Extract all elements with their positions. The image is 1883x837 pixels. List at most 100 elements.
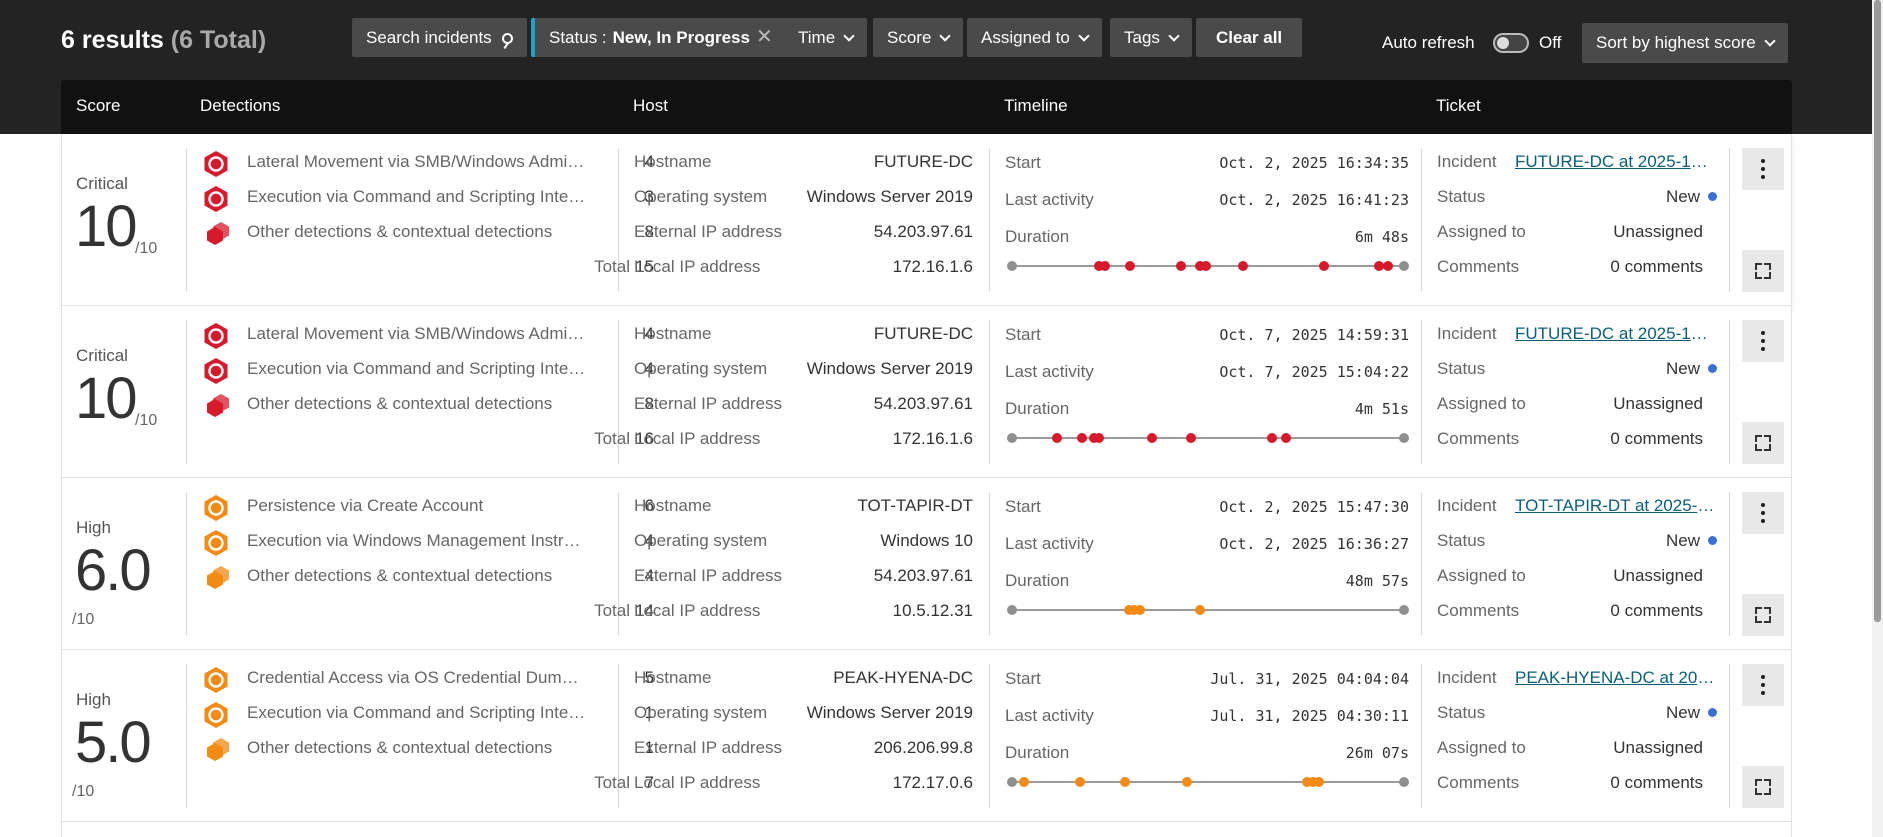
sort-label: Sort by highest score [1596, 33, 1756, 52]
table-row[interactable]: Critical 10/10 Lateral Movement via SMB/Wi… [61, 306, 1792, 478]
close-icon[interactable]: ✕ [756, 18, 773, 57]
timeline-track[interactable] [1007, 602, 1409, 618]
timeline-event-dot[interactable] [1051, 433, 1062, 443]
table-row[interactable]: High 6.0/10 Persistence via Create Account… [61, 478, 1792, 650]
incident-link[interactable]: FUTURE-DC at 2025-10-02 [1515, 152, 1715, 172]
timeline-event-dot[interactable] [1383, 261, 1394, 271]
timeline-event-dot[interactable] [1125, 261, 1136, 271]
column-score[interactable]: Score [76, 96, 120, 116]
hexagon-stack-icon [202, 564, 230, 592]
expand-button[interactable] [1742, 594, 1784, 636]
scrollbar-thumb[interactable] [1874, 0, 1881, 622]
detection-item[interactable]: Other detections & contextual detections… [196, 733, 666, 763]
expand-button[interactable] [1742, 422, 1784, 464]
severity-label: Critical [76, 174, 128, 193]
column-timeline[interactable]: Timeline [1004, 96, 1068, 116]
column-detections[interactable]: Detections [200, 96, 280, 116]
expand-button[interactable] [1742, 766, 1784, 808]
timeline-track[interactable] [1007, 774, 1409, 790]
detection-item[interactable]: Execution via Command and Scripting Inte… [196, 182, 666, 212]
scrollbar[interactable] [1872, 0, 1883, 837]
table-row[interactable]: High 5.0/10 Credential Access via OS Crede… [61, 650, 1792, 822]
incident-link[interactable]: FUTURE-DC at 2025-10-07 [1515, 324, 1715, 344]
status-text: New [1665, 703, 1700, 722]
timeline-event-dot[interactable] [1135, 605, 1146, 615]
more-options-button[interactable] [1742, 320, 1784, 362]
clear-all-button[interactable]: Clear all [1196, 18, 1303, 57]
timeline-event-dot[interactable] [1018, 777, 1029, 787]
score-denominator: /10 [72, 783, 95, 800]
timeline-event-dot[interactable] [1094, 433, 1105, 443]
detection-item[interactable]: Credential Access via OS Credential Dump… [196, 663, 666, 693]
timeline-field-label: Duration [1005, 227, 1070, 246]
ticket-field-incident: Incident FUTURE-DC at 2025-10-07 [1437, 319, 1717, 349]
ticket-field-label: Assigned to [1437, 394, 1526, 413]
detection-item[interactable]: Other detections & contextual detections… [196, 217, 666, 247]
more-options-button[interactable] [1742, 492, 1784, 534]
expand-button[interactable] [1742, 250, 1784, 292]
ticket-field-label: Assigned to [1437, 222, 1526, 241]
ticket-field-label: Comments [1437, 773, 1520, 792]
timeline-event-dot[interactable] [1280, 433, 1291, 443]
timeline-event-dot[interactable] [1195, 605, 1206, 615]
timeline-event-dot[interactable] [1100, 261, 1111, 271]
detection-total: Total 7 [196, 768, 666, 798]
timeline-event-dot[interactable] [1146, 433, 1157, 443]
table-row[interactable]: Critical 10/10 Lateral Movement via SMB/Wi… [61, 134, 1792, 306]
column-ticket[interactable]: Ticket [1436, 96, 1481, 116]
timeline-event-dot[interactable] [1237, 261, 1248, 271]
timeline-event-dot[interactable] [1267, 433, 1277, 443]
timeline-field-label: Last activity [1005, 362, 1094, 381]
timeline-event-dot[interactable] [1175, 261, 1186, 271]
comments-value: 0 comments [1610, 773, 1703, 792]
detection-item[interactable]: Execution via Command and Scripting Inte… [196, 354, 666, 384]
more-options-button[interactable] [1742, 664, 1784, 706]
detection-item[interactable]: Other detections & contextual detections… [196, 561, 666, 591]
timeline-event-dot[interactable] [1373, 261, 1384, 271]
timeline-field-label: Duration [1005, 743, 1070, 762]
column-divider [186, 492, 187, 636]
tags-filter-button[interactable]: Tags [1110, 18, 1192, 57]
host-field-value: PEAK-HYENA-DC [833, 668, 973, 687]
timeline-event-dot[interactable] [1313, 777, 1324, 787]
detection-item[interactable]: Execution via Command and Scripting Inte… [196, 698, 666, 728]
timeline-field-label: Last activity [1005, 706, 1094, 725]
timeline-event-dot[interactable] [1119, 777, 1130, 787]
status-filter-chip[interactable]: Status : New, In Progress ✕ [531, 18, 787, 57]
timeline-event-dot[interactable] [1075, 777, 1085, 787]
time-filter-button[interactable]: Time [784, 18, 868, 57]
column-host[interactable]: Host [633, 96, 668, 116]
timeline-event-dot[interactable] [1185, 433, 1196, 443]
timeline-track[interactable] [1007, 430, 1409, 446]
incident-link[interactable]: TOT-TAPIR-DT at 2025-10-02 [1515, 496, 1715, 516]
search-incidents-button[interactable]: Search incidents [352, 18, 527, 57]
score-value: 10 [75, 194, 137, 259]
timeline-event-dot[interactable] [1319, 261, 1330, 271]
score-filter-button[interactable]: Score [873, 18, 964, 57]
host-field-external-ip: External IP address 54.203.97.61 [634, 561, 973, 591]
sort-dropdown[interactable]: Sort by highest score [1582, 23, 1788, 63]
detection-item[interactable]: Lateral Movement via SMB/Windows Admin S… [196, 147, 666, 177]
timeline-event-dot[interactable] [1201, 261, 1212, 271]
more-options-button[interactable] [1742, 148, 1784, 190]
ticket-field-label: Status [1437, 531, 1486, 550]
hexagon-stack-icon [202, 392, 230, 420]
detection-item[interactable]: Lateral Movement via SMB/Windows Admin S… [196, 319, 666, 349]
timeline-field-duration: Duration 4m 51s [1005, 394, 1409, 424]
detection-label: Credential Access via OS Credential Dump… [247, 668, 587, 687]
detection-item[interactable]: Execution via Windows Management Instrum… [196, 526, 666, 556]
detection-item[interactable]: Other detections & contextual detections… [196, 389, 666, 419]
timeline-event-dot[interactable] [1181, 777, 1192, 787]
column-divider [1729, 664, 1730, 808]
column-divider [1421, 492, 1422, 636]
timeline-track[interactable] [1007, 258, 1409, 274]
timeline-event-dot[interactable] [1076, 433, 1087, 443]
column-divider [1729, 320, 1730, 464]
timeline-field-label: Duration [1005, 399, 1070, 418]
host-field-label: Local IP address [634, 257, 761, 276]
auto-refresh-toggle[interactable] [1493, 33, 1529, 53]
assigned-to-filter-button[interactable]: Assigned to [967, 18, 1102, 57]
detection-item[interactable]: Persistence via Create Account 6 [196, 491, 666, 521]
incident-link[interactable]: PEAK-HYENA-DC at 2025-07-31 [1515, 668, 1715, 688]
detection-label: Other detections & contextual detections [247, 394, 553, 413]
